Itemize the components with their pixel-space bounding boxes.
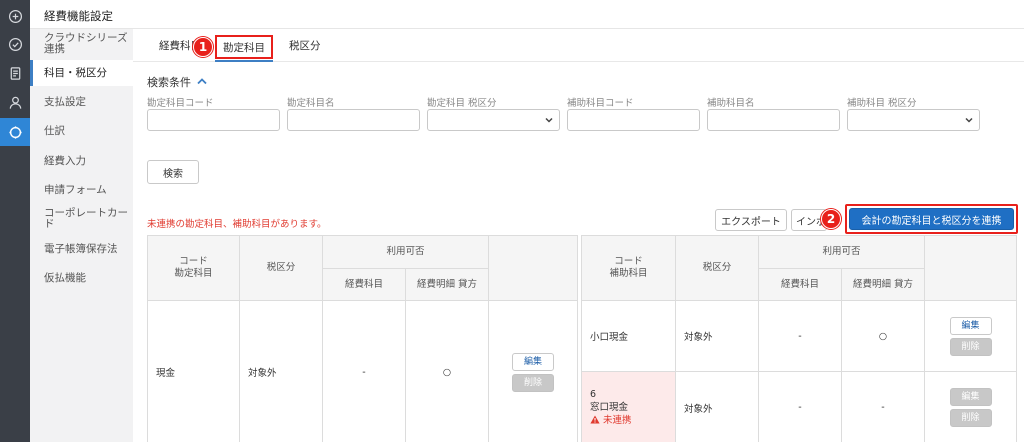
sub-account-table: コード 補助科目 税区分 利用可否 経費科目 経費明細 貸方 小口現金 対象外 -… (581, 235, 1018, 442)
sub-expense-item-header: 経費科目 (758, 268, 842, 301)
sidebar-item-advance-payment[interactable]: 仮払機能 (30, 273, 133, 284)
account-code-header: コード 勘定科目 (147, 235, 240, 301)
sub-tax-header: 税区分 (675, 235, 759, 301)
account-expense-detail-header: 経費明細 貸方 (404, 268, 490, 301)
account-actions-cell: 編集 削除 (488, 300, 579, 442)
icon-rail (0, 0, 30, 442)
page-title: 経費機能設定 (44, 9, 113, 23)
search-conditions-heading[interactable]: 検索条件 (147, 74, 191, 90)
delete-button[interactable]: 削除 (949, 337, 992, 356)
page-header: 経費機能設定 (30, 0, 1024, 29)
sub-name-cell: 小口現金 (581, 300, 676, 372)
sidebar-item-cloud-link[interactable]: クラウドシリーズ連携 (30, 33, 133, 55)
account-usage-header: 利用可否 (321, 235, 490, 269)
sub-expense-item-cell: - (758, 371, 842, 442)
chevron-down-icon (965, 117, 973, 123)
sub-code-text: 6 (590, 389, 597, 400)
step-2-badge: 2 (821, 209, 841, 229)
sub-account-code-input[interactable] (567, 109, 700, 131)
sub-tax-cell: 対象外 (675, 371, 759, 442)
account-tax-header: 税区分 (239, 235, 323, 301)
sidebar-item-e-book[interactable]: 電子帳簿保存法 (30, 244, 133, 255)
account-name-label: 勘定科目名 (287, 98, 335, 109)
settings-sidebar: クラウドシリーズ連携 科目・税区分 支払設定 仕訳 経費入力 申請フォーム コー… (30, 29, 133, 442)
sidebar-item-corporate-card[interactable]: コーポレートカード (30, 208, 133, 230)
account-code-input[interactable] (147, 109, 280, 131)
sub-account-name-label: 補助科目名 (707, 98, 755, 109)
sub-name-text: 窓口現金 (590, 402, 629, 413)
add-circle-icon[interactable] (0, 2, 30, 30)
account-code-label: 勘定科目コード (147, 98, 214, 109)
sub-usage-header: 利用可否 (757, 235, 926, 269)
link-accounts-tax-button[interactable]: 会計の勘定科目と税区分を連携 (849, 208, 1014, 230)
unlinked-warning: 未連携の勘定科目、補助科目があります。 (147, 219, 327, 230)
sidebar-item-request-form[interactable]: 申請フォーム (30, 185, 133, 196)
main-content: 経費科目 勘定科目 税区分 1 検索条件 勘定科目コード 勘定科目名 勘定科目 … (133, 29, 1024, 442)
sidebar-item-accounts-tax[interactable]: 科目・税区分 (30, 60, 133, 86)
sub-tax-cell: 対象外 (675, 300, 759, 372)
edit-button[interactable]: 編集 (512, 352, 555, 371)
sidebar-item-payment[interactable]: 支払設定 (30, 97, 133, 108)
document-icon[interactable] (0, 59, 30, 87)
account-name-cell: 現金 (147, 300, 240, 442)
account-actions-header (488, 235, 579, 301)
account-expense-item-header: 経費科目 (322, 268, 406, 301)
account-tax-label: 勘定科目 税区分 (427, 98, 497, 109)
active-tab-indicator (215, 60, 273, 62)
sub-actions-cell: 編集 削除 (924, 300, 1018, 372)
sub-expense-detail-cell: - (840, 371, 926, 442)
check-circle-icon[interactable] (0, 30, 30, 58)
delete-button[interactable]: 削除 (512, 373, 555, 392)
edit-button[interactable]: 編集 (949, 316, 992, 335)
sub-account-tax-label: 補助科目 税区分 (847, 98, 917, 109)
sub-expense-detail-header: 経費明細 貸方 (840, 268, 926, 301)
sidebar-item-expense-entry[interactable]: 経費入力 (30, 156, 133, 167)
table-row: 小口現金 対象外 - ○ 編集 削除 (581, 300, 1018, 372)
sub-actions-cell: 編集 削除 (924, 371, 1018, 442)
chevron-down-icon (545, 117, 553, 123)
table-row: 現金 対象外 - ○ 編集 削除 (147, 300, 579, 442)
account-name-input[interactable] (287, 109, 420, 131)
sub-expense-detail-cell: ○ (840, 300, 926, 372)
account-table: コード 勘定科目 税区分 利用可否 経費科目 経費明細 貸方 現金 対象外 - ○… (147, 235, 579, 442)
tab-accounts[interactable]: 勘定科目 (215, 35, 273, 59)
account-tax-select[interactable] (427, 109, 560, 131)
table-row: 6 窓口現金 未連携 対象外 - - 編集 削除 (581, 371, 1018, 442)
account-expense-detail-cell: ○ (404, 300, 490, 442)
edit-button[interactable]: 編集 (949, 388, 992, 406)
sub-account-tax-select[interactable] (847, 109, 980, 131)
search-button[interactable]: 検索 (147, 160, 199, 184)
step-1-badge: 1 (193, 37, 213, 57)
user-icon[interactable] (0, 88, 30, 116)
unlinked-status: 未連携 (590, 414, 675, 427)
sub-account-code-label: 補助科目コード (567, 98, 634, 109)
sub-actions-header (924, 235, 1018, 301)
settings-icon[interactable] (0, 118, 30, 146)
sub-expense-item-cell: - (758, 300, 842, 372)
sub-account-name-input[interactable] (707, 109, 840, 131)
account-tax-cell: 対象外 (239, 300, 323, 442)
tab-tax-categories[interactable]: 税区分 (283, 35, 327, 59)
sub-code-header: コード 補助科目 (581, 235, 676, 301)
export-button[interactable]: エクスポート (715, 209, 787, 231)
sidebar-item-journal[interactable]: 仕訳 (30, 126, 133, 137)
delete-button[interactable]: 削除 (949, 409, 992, 427)
account-expense-item-cell: - (322, 300, 406, 442)
warning-icon (590, 415, 600, 424)
sub-name-cell: 6 窓口現金 未連携 (581, 371, 676, 442)
caret-up-icon[interactable] (197, 77, 207, 85)
